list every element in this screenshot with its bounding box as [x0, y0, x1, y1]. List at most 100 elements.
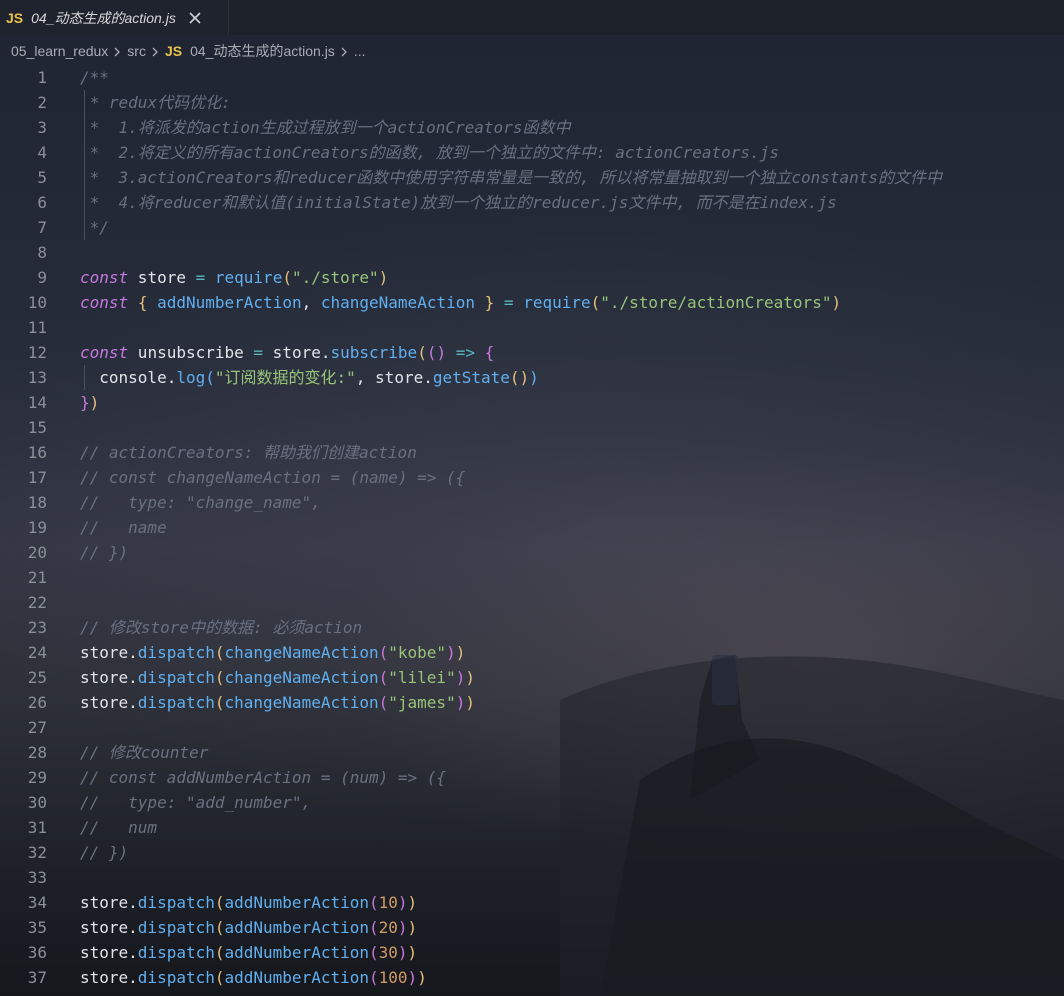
code-line[interactable]: 6 * 4.将reducer和默认值(initialState)放到一个独立的r…	[0, 190, 1064, 215]
code-text[interactable]: * 4.将reducer和默认值(initialState)放到一个独立的red…	[80, 190, 837, 215]
code-token: )	[407, 943, 418, 962]
code-line[interactable]: 8	[0, 240, 1064, 265]
code-token: (	[214, 643, 225, 662]
code-line[interactable]: 19 // name	[0, 515, 1064, 540]
code-line[interactable]: 31 // num	[0, 815, 1064, 840]
code-line[interactable]: 2 * redux代码优化:	[0, 90, 1064, 115]
chevron-right-icon	[339, 45, 349, 57]
code-text[interactable]: store.dispatch(addNumberAction(100))	[80, 965, 427, 990]
line-number: 22	[27, 593, 47, 612]
tab-active-file[interactable]: JS 04_动态生成的action.js	[0, 0, 229, 35]
code-editor[interactable]: 1/** 2 * redux代码优化: 3 * 1.将派发的action生成过程放到…	[0, 65, 1064, 996]
code-line[interactable]: 33	[0, 865, 1064, 890]
code-token: )	[465, 668, 475, 687]
code-text[interactable]: // name	[80, 515, 167, 540]
code-token: )	[529, 368, 539, 387]
code-token: // type: "add_number",	[80, 793, 312, 812]
code-text[interactable]: store.dispatch(addNumberAction(20))	[80, 915, 417, 940]
code-text[interactable]: const unsubscribe = store.subscribe(() =…	[80, 340, 494, 365]
breadcrumb-item-file[interactable]: 04_动态生成的action.js	[190, 41, 335, 61]
code-text[interactable]: // const addNumberAction = (num) => ({	[80, 765, 446, 790]
code-line[interactable]: 12 const unsubscribe = store.subscribe(()…	[0, 340, 1064, 365]
code-token: getState	[432, 368, 510, 387]
breadcrumb-item-src[interactable]: src	[127, 43, 146, 59]
code-text[interactable]: store.dispatch(addNumberAction(30))	[80, 940, 417, 965]
indent-guide	[84, 365, 85, 390]
code-line[interactable]: 25 store.dispatch(changeNameAction("lilei…	[0, 665, 1064, 690]
code-line[interactable]: 32 // })	[0, 840, 1064, 865]
code-line[interactable]: 22	[0, 590, 1064, 615]
code-token: )	[407, 918, 418, 937]
code-token: }	[484, 293, 495, 312]
code-line[interactable]: 18 // type: "change_name",	[0, 490, 1064, 515]
close-icon[interactable]	[188, 11, 202, 25]
code-text[interactable]: store.dispatch(changeNameAction("kobe"))	[80, 640, 465, 665]
code-text[interactable]: * redux代码优化:	[80, 90, 231, 115]
code-token: (	[590, 293, 601, 312]
code-text[interactable]: })	[80, 390, 99, 415]
code-text[interactable]: // type: "add_number",	[80, 790, 311, 815]
code-line[interactable]: 28 // 修改counter	[0, 740, 1064, 765]
code-token: // 修改store中的数据: 必须action	[80, 618, 363, 637]
code-line[interactable]: 21	[0, 565, 1064, 590]
code-token: 10	[378, 893, 398, 912]
code-line[interactable]: 1 /**	[0, 65, 1064, 90]
code-line[interactable]: 30 // type: "add_number",	[0, 790, 1064, 815]
breadcrumb-item-folder[interactable]: 05_learn_redux	[11, 43, 108, 59]
code-line[interactable]: 29 // const addNumberAction = (num) => ({	[0, 765, 1064, 790]
code-text[interactable]: // const changeNameAction = (name) => ({	[80, 465, 465, 490]
code-token: require	[214, 268, 283, 287]
code-line[interactable]: 17 // const changeNameAction = (name) => …	[0, 465, 1064, 490]
code-line[interactable]: 9 const store = require("./store")	[0, 265, 1064, 290]
line-number: 32	[27, 843, 47, 862]
code-token: "订阅数据的变化:"	[214, 368, 356, 387]
tab-title: 04_动态生成的action.js	[31, 9, 176, 26]
code-line[interactable]: 3 * 1.将派发的action生成过程放到一个actionCreators函数…	[0, 115, 1064, 140]
code-line[interactable]: 36 store.dispatch(addNumberAction(30))	[0, 940, 1064, 965]
line-number: 19	[27, 518, 47, 537]
code-text[interactable]: const store = require("./store")	[80, 265, 388, 290]
code-line[interactable]: 35 store.dispatch(addNumberAction(20))	[0, 915, 1064, 940]
code-text[interactable]: // num	[80, 815, 157, 840]
breadcrumb-more[interactable]: ...	[354, 43, 366, 59]
code-token: store.	[80, 968, 138, 987]
code-text[interactable]: /**	[80, 65, 109, 90]
code-text[interactable]: * 3.actionCreators和reducer函数中使用字符串常量是一致的…	[80, 165, 942, 190]
code-text[interactable]: // type: "change_name",	[80, 490, 321, 515]
code-text[interactable]: console.log("订阅数据的变化:", store.getState()…	[80, 365, 539, 390]
code-text[interactable]: // 修改counter	[80, 740, 208, 765]
code-text[interactable]: // actionCreators: 帮助我们创建action	[80, 440, 417, 465]
code-line[interactable]: 13 console.log("订阅数据的变化:", store.getStat…	[0, 365, 1064, 390]
line-number: 3	[37, 118, 47, 137]
code-token: "james"	[388, 693, 456, 712]
code-text[interactable]: // })	[80, 840, 128, 865]
code-line[interactable]: 37 store.dispatch(addNumberAction(100))	[0, 965, 1064, 990]
code-line[interactable]: 26 store.dispatch(changeNameAction("james…	[0, 690, 1064, 715]
line-number: 28	[27, 743, 47, 762]
code-line[interactable]: 10 const { addNumberAction, changeNameAct…	[0, 290, 1064, 315]
code-line[interactable]: 7 */	[0, 215, 1064, 240]
code-text[interactable]: // })	[80, 540, 128, 565]
code-text[interactable]: * 1.将派发的action生成过程放到一个actionCreators函数中	[80, 115, 571, 140]
code-token: // const addNumberAction = (num) => ({	[80, 768, 447, 787]
code-text[interactable]: const { addNumberAction, changeNameActio…	[80, 290, 841, 315]
code-line[interactable]: 16 // actionCreators: 帮助我们创建action	[0, 440, 1064, 465]
line-number: 2	[37, 93, 47, 112]
code-text[interactable]: store.dispatch(addNumberAction(10))	[80, 890, 417, 915]
code-line[interactable]: 34 store.dispatch(addNumberAction(10))	[0, 890, 1064, 915]
code-line[interactable]: 20 // })	[0, 540, 1064, 565]
code-text[interactable]: // 修改store中的数据: 必须action	[80, 615, 362, 640]
code-text[interactable]: store.dispatch(changeNameAction("james")…	[80, 690, 475, 715]
code-line[interactable]: 23 // 修改store中的数据: 必须action	[0, 615, 1064, 640]
code-line[interactable]: 14})	[0, 390, 1064, 415]
code-line[interactable]: 4 * 2.将定义的所有actionCreators的函数, 放到一个独立的文件…	[0, 140, 1064, 165]
code-line[interactable]: 11	[0, 315, 1064, 340]
code-line[interactable]: 15	[0, 415, 1064, 440]
code-text[interactable]: store.dispatch(changeNameAction("lilei")…	[80, 665, 475, 690]
code-line[interactable]: 27	[0, 715, 1064, 740]
code-text[interactable]: * 2.将定义的所有actionCreators的函数, 放到一个独立的文件中:…	[80, 140, 779, 165]
chevron-right-icon	[112, 45, 122, 57]
code-line[interactable]: 5 * 3.actionCreators和reducer函数中使用字符串常量是一…	[0, 165, 1064, 190]
code-line[interactable]: 24 store.dispatch(changeNameAction("kobe"…	[0, 640, 1064, 665]
line-number: 33	[27, 868, 47, 887]
